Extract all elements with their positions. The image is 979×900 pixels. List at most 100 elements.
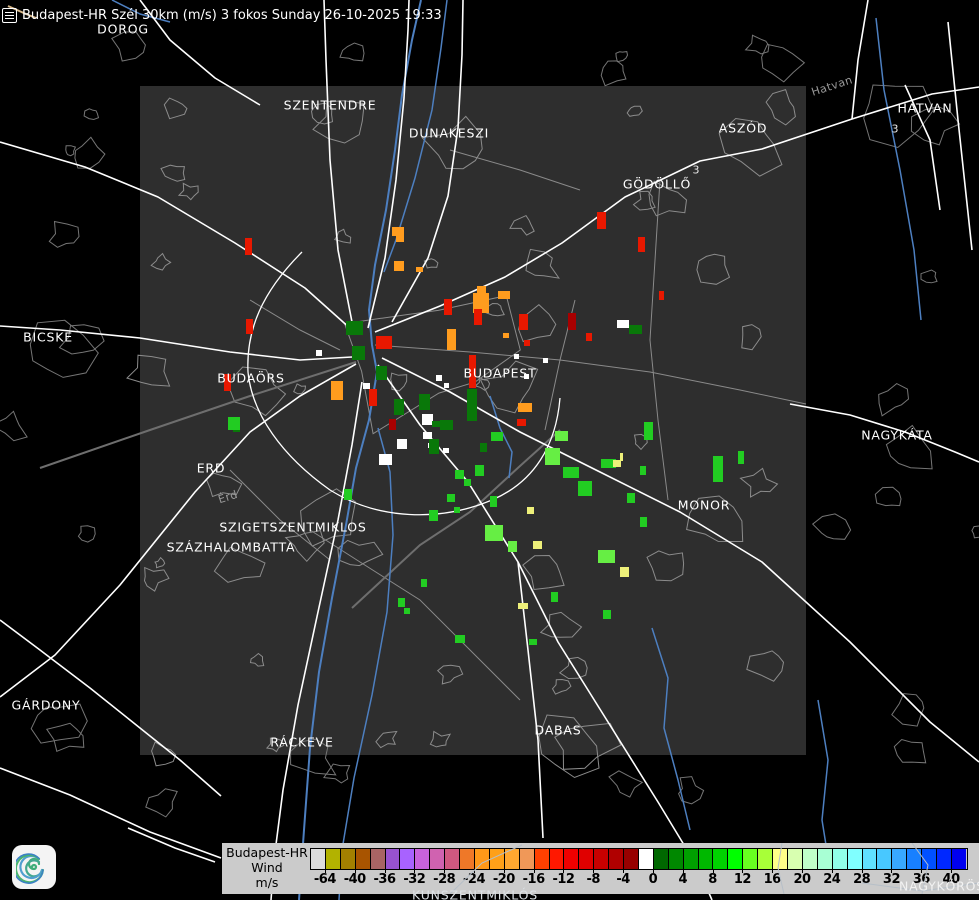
legend-tick-label: -8 — [587, 872, 600, 887]
legend-cell — [699, 849, 714, 869]
legend-tick-label: 28 — [853, 872, 870, 887]
radar-echo — [228, 417, 240, 430]
legend-cell — [326, 849, 341, 869]
legend-tick-label: -4 — [616, 872, 629, 887]
radar-echo — [376, 336, 392, 349]
legend-tick-label: -28 — [433, 872, 455, 887]
radar-echo — [376, 366, 387, 380]
radar-echo — [490, 496, 497, 507]
map-label-monor: MONOR — [678, 498, 731, 513]
radar-echo — [518, 603, 528, 609]
radar-echo — [543, 358, 548, 363]
radar-echo — [517, 419, 526, 426]
radar-echo — [568, 313, 576, 330]
legend-cell — [922, 849, 937, 869]
radar-echo — [379, 454, 392, 465]
radar-echo — [551, 592, 558, 602]
radar-echo — [397, 439, 407, 449]
radar-echo — [524, 340, 530, 346]
legend-tick-label: -64 — [314, 872, 336, 887]
legend-cell — [520, 849, 535, 869]
radar-echo — [419, 394, 430, 410]
wind-speed-legend: Budapest-HR Wind m/s -64-40-36-32-28-24-… — [222, 843, 979, 894]
radar-echo — [638, 237, 645, 252]
radar-echo — [344, 489, 352, 500]
legend-cell — [505, 849, 520, 869]
map-label-erd: ERD — [197, 461, 226, 476]
radar-echo — [503, 333, 509, 338]
legend-cell — [550, 849, 565, 869]
boundary-polygon — [972, 526, 979, 538]
legend-cell — [445, 849, 460, 869]
legend-cell — [311, 849, 326, 869]
radar-echo — [518, 403, 532, 412]
radar-display: Budapest-HR Szél 30km (m/s) 3 fokos Sund… — [0, 0, 979, 900]
radar-echo — [444, 299, 452, 315]
radar-echo — [389, 419, 396, 430]
radar-echo — [644, 422, 653, 440]
legend-cell — [937, 849, 952, 869]
radar-echo — [529, 639, 537, 645]
map-label-kunszentmiklos: KUNSZENTMIKLÓS — [412, 888, 538, 900]
radar-echo — [454, 507, 460, 513]
boundary-polygon — [864, 85, 934, 148]
map-label-sz-zhalombatta: SZÁZHALOMBATTA — [167, 540, 296, 555]
legend-cell — [400, 849, 415, 869]
legend-title: Budapest-HR Wind m/s — [224, 845, 310, 890]
radar-echo — [447, 494, 455, 502]
radar-echo — [331, 381, 343, 400]
radar-echo — [363, 383, 370, 389]
radar-echo — [477, 286, 486, 294]
radar-echo — [498, 291, 510, 299]
radar-echo — [613, 460, 621, 467]
radar-echo — [429, 510, 438, 521]
boundary-polygon — [49, 222, 79, 248]
legend-tick-label: -12 — [552, 872, 574, 887]
map-label-nagyk-ta: NAGYKÁTA — [861, 428, 933, 443]
legend-cell — [728, 849, 743, 869]
radar-echo — [416, 267, 423, 272]
spiral-logo-icon — [16, 849, 52, 885]
radar-echo — [563, 467, 579, 478]
legend-tick-label: 20 — [793, 872, 810, 887]
legend-cell — [639, 849, 654, 869]
map-label-dunakeszi: DUNAKESZI — [409, 126, 489, 141]
radar-echo — [533, 541, 542, 549]
radar-echo — [394, 261, 404, 271]
radar-echo — [421, 579, 427, 587]
legend-cell — [386, 849, 401, 869]
road-number-label: 3 — [892, 123, 899, 136]
radar-echo — [485, 525, 503, 541]
legend-cell — [564, 849, 579, 869]
legend-cell — [594, 849, 609, 869]
radar-echo — [620, 567, 629, 577]
radar-echo — [640, 517, 647, 527]
radar-echo — [508, 541, 517, 552]
radar-echo — [398, 598, 405, 607]
boundary-polygon — [324, 764, 350, 783]
legend-tick-label: 24 — [823, 872, 840, 887]
radar-echo — [597, 212, 606, 229]
radar-echo — [586, 333, 592, 341]
legend-cell — [952, 849, 966, 869]
boundary-polygon — [879, 384, 909, 416]
radar-echo — [246, 319, 253, 334]
legend-tick-label: -36 — [374, 872, 396, 887]
radar-echo — [455, 635, 465, 643]
radar-echo — [394, 399, 404, 415]
map-label-dabas: DABAS — [534, 723, 581, 738]
legend-cell — [803, 849, 818, 869]
legend-tick-label: 8 — [708, 872, 717, 887]
radar-echo — [659, 291, 664, 300]
radar-echo — [432, 421, 442, 427]
legend-cell — [863, 849, 878, 869]
radar-echo — [545, 448, 560, 465]
legend-cell — [430, 849, 445, 869]
boundary-polygon — [813, 514, 851, 539]
legend-tick-label: 16 — [764, 872, 781, 887]
radar-echo — [620, 453, 623, 461]
legend-tick-label: -32 — [403, 872, 425, 887]
map-label-hatvan: HATVAN — [897, 101, 952, 116]
radar-echo — [491, 432, 503, 441]
boundary-polygon — [78, 526, 95, 542]
